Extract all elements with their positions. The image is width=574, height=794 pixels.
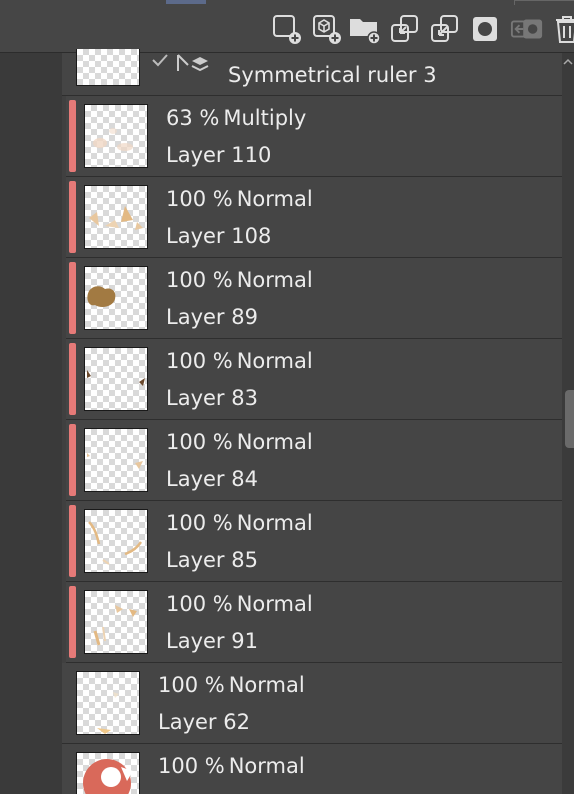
new-vector-layer-button[interactable] (310, 12, 344, 46)
scroll-up-arrow-icon[interactable] (562, 56, 574, 68)
layer-blend-mode: Normal (236, 349, 313, 373)
layer-thumbnail (76, 49, 140, 86)
layer-name: Layer 84 (166, 467, 258, 491)
layer-name: Layer 110 (166, 143, 272, 167)
layer-row[interactable]: 63 % Multiply Layer 110 (66, 96, 562, 177)
layer-thumbnail (76, 752, 140, 794)
clipping-indicator (69, 343, 76, 415)
layer-panel: Symmetrical ruler 3 63 % Multiply Layer 1… (0, 0, 574, 794)
layer-blend-info: 100 % Normal (158, 673, 305, 697)
new-raster-layer-button[interactable] (270, 12, 304, 46)
layer-name: Layer 85 (166, 548, 258, 572)
layer-row[interactable]: 100 % Normal Layer 62 (62, 663, 562, 744)
layer-thumbnail (84, 266, 148, 330)
layer-opacity: 100 % (158, 754, 225, 778)
panel-tab-indicator[interactable] (166, 0, 206, 4)
layer-row[interactable]: 100 % Normal Layer 89 (66, 258, 562, 339)
layer-blend-mode: Normal (236, 511, 313, 535)
layer-blend-info: 63 % Multiply (166, 106, 306, 130)
layer-name: Layer 89 (166, 305, 258, 329)
layer-row[interactable]: 100 % Normal (62, 744, 562, 794)
layer-name: Layer 83 (166, 386, 258, 410)
layer-blend-info: 100 % Normal (166, 187, 313, 211)
combine-with-layer-below-icon (431, 15, 458, 42)
checkmark-icon (152, 54, 168, 67)
layer-row[interactable]: 100 % Normal Layer 91 (66, 582, 562, 663)
layer-toolbar (0, 0, 574, 53)
layer-opacity: 100 % (166, 430, 233, 454)
layer-row[interactable]: 100 % Normal Layer 85 (66, 501, 562, 582)
panel-tab-edge (514, 0, 574, 5)
layer-opacity: 100 % (166, 349, 233, 373)
layer-opacity: 100 % (158, 673, 225, 697)
apply-mask-button[interactable] (510, 12, 544, 46)
layer-opacity: 100 % (166, 187, 233, 211)
layer-thumbnail (84, 347, 148, 411)
layer-blend-info: 100 % Normal (158, 754, 305, 778)
layer-opacity: 100 % (166, 511, 233, 535)
ruler-layer-icon (177, 54, 209, 72)
panel-left-gutter (0, 53, 62, 794)
delete-layer-button[interactable] (550, 12, 574, 46)
clipping-indicator (69, 262, 76, 334)
layer-opacity: 100 % (166, 268, 233, 292)
layer-row[interactable]: 100 % Normal Layer 108 (66, 177, 562, 258)
apply-mask-icon (510, 19, 543, 39)
ruler-layer-row[interactable]: Symmetrical ruler 3 (62, 49, 562, 96)
layer-name: Layer 108 (166, 224, 272, 248)
new-vector-layer-icon (313, 15, 341, 44)
clipping-indicator (69, 505, 76, 577)
layer-thumbnail (84, 428, 148, 492)
layer-blend-mode: Normal (236, 268, 313, 292)
layer-opacity: 63 % (166, 106, 220, 130)
clipping-indicator (69, 424, 76, 496)
layer-blend-info: 100 % Normal (166, 349, 313, 373)
layer-thumbnail (84, 185, 148, 249)
transfer-to-lower-layer-button[interactable] (388, 12, 422, 46)
layer-name: Layer 62 (158, 710, 250, 734)
layer-name: Layer 91 (166, 629, 258, 653)
clipping-indicator (69, 100, 76, 172)
clipping-indicator (69, 181, 76, 253)
layer-thumbnail (76, 671, 140, 735)
create-layer-mask-icon (473, 17, 497, 41)
layer-blend-mode: Normal (228, 754, 305, 778)
layer-blend-info: 100 % Normal (166, 430, 313, 454)
scrollbar-thumb[interactable] (565, 390, 574, 448)
layer-blend-mode: Normal (236, 592, 313, 616)
layer-blend-info: 100 % Normal (166, 268, 313, 292)
new-layer-folder-icon (350, 19, 381, 45)
layer-thumbnail (84, 104, 148, 168)
delete-layer-icon (556, 16, 574, 43)
layer-row[interactable]: 100 % Normal Layer 83 (66, 339, 562, 420)
layer-blend-mode: Multiply (223, 106, 307, 130)
layer-blend-mode: Normal (236, 187, 313, 211)
combine-with-layer-below-button[interactable] (428, 12, 462, 46)
new-layer-folder-button[interactable] (348, 12, 382, 46)
layer-row[interactable]: 100 % Normal Layer 84 (66, 420, 562, 501)
layer-thumbnail (84, 509, 148, 573)
layer-name: Symmetrical ruler 3 (228, 63, 437, 87)
layer-blend-mode: Normal (236, 430, 313, 454)
layer-blend-info: 100 % Normal (166, 511, 313, 535)
layer-blend-info: 100 % Normal (166, 592, 313, 616)
layer-blend-mode: Normal (228, 673, 305, 697)
layer-thumbnail (84, 590, 148, 654)
clipping-indicator (69, 586, 76, 658)
layer-opacity: 100 % (166, 592, 233, 616)
new-raster-layer-icon (273, 15, 301, 44)
transfer-to-lower-layer-icon (391, 15, 418, 42)
create-layer-mask-button[interactable] (468, 12, 502, 46)
